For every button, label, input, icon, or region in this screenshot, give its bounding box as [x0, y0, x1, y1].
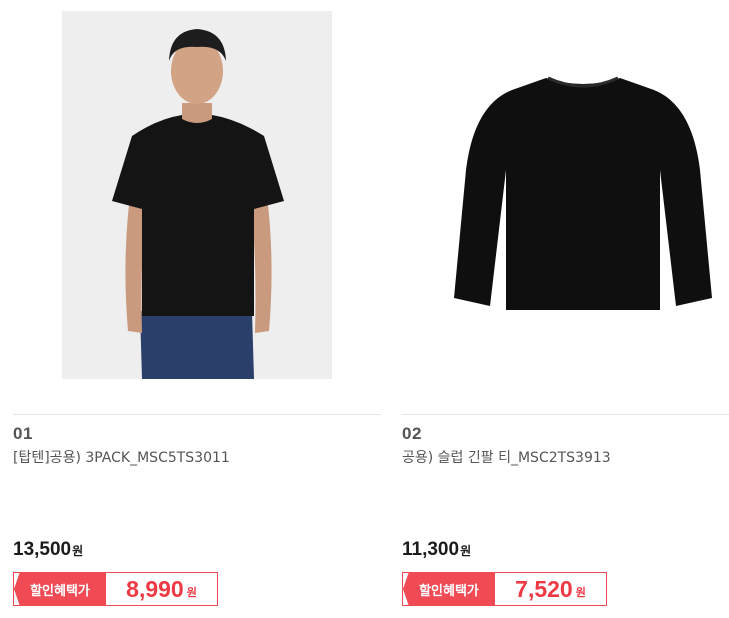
sale-label: 할인혜택가 — [14, 573, 106, 605]
currency-label: 원 — [186, 587, 197, 599]
product-card[interactable]: 01 [탑텐]공용) 3PACK_MSC5TS3011 13,500원 할인혜택… — [13, 0, 381, 618]
price-value: 13,500 — [13, 539, 72, 560]
product-image[interactable] — [62, 11, 332, 379]
product-price: 13,500원 — [13, 539, 83, 561]
sale-label: 할인혜택가 — [403, 573, 495, 605]
sale-price-box: 할인혜택가 7,520 원 — [402, 572, 607, 606]
sale-price-box: 할인혜택가 8,990 원 — [13, 572, 218, 606]
sale-price: 8,990 원 — [106, 573, 217, 605]
product-name[interactable]: 공용) 슬럽 긴팔 티_MSC2TS3913 — [402, 447, 611, 467]
sale-price: 7,520 원 — [495, 573, 606, 605]
sale-price-value: 7,520 — [515, 575, 573, 602]
product-image[interactable] — [454, 60, 712, 316]
divider — [13, 414, 381, 415]
product-price: 11,300원 — [402, 539, 471, 561]
sale-price-value: 8,990 — [126, 575, 184, 602]
price-value: 11,300 — [402, 539, 460, 560]
product-rank: 02 — [402, 424, 422, 443]
product-name[interactable]: [탑텐]공용) 3PACK_MSC5TS3011 — [13, 447, 230, 467]
product-card[interactable]: 02 공용) 슬럽 긴팔 티_MSC2TS3913 11,300원 할인혜택가 … — [402, 0, 729, 618]
divider — [402, 414, 729, 415]
currency-label: 원 — [575, 587, 586, 599]
currency-label: 원 — [460, 544, 472, 558]
product-rank: 01 — [13, 424, 33, 443]
currency-label: 원 — [72, 544, 84, 558]
